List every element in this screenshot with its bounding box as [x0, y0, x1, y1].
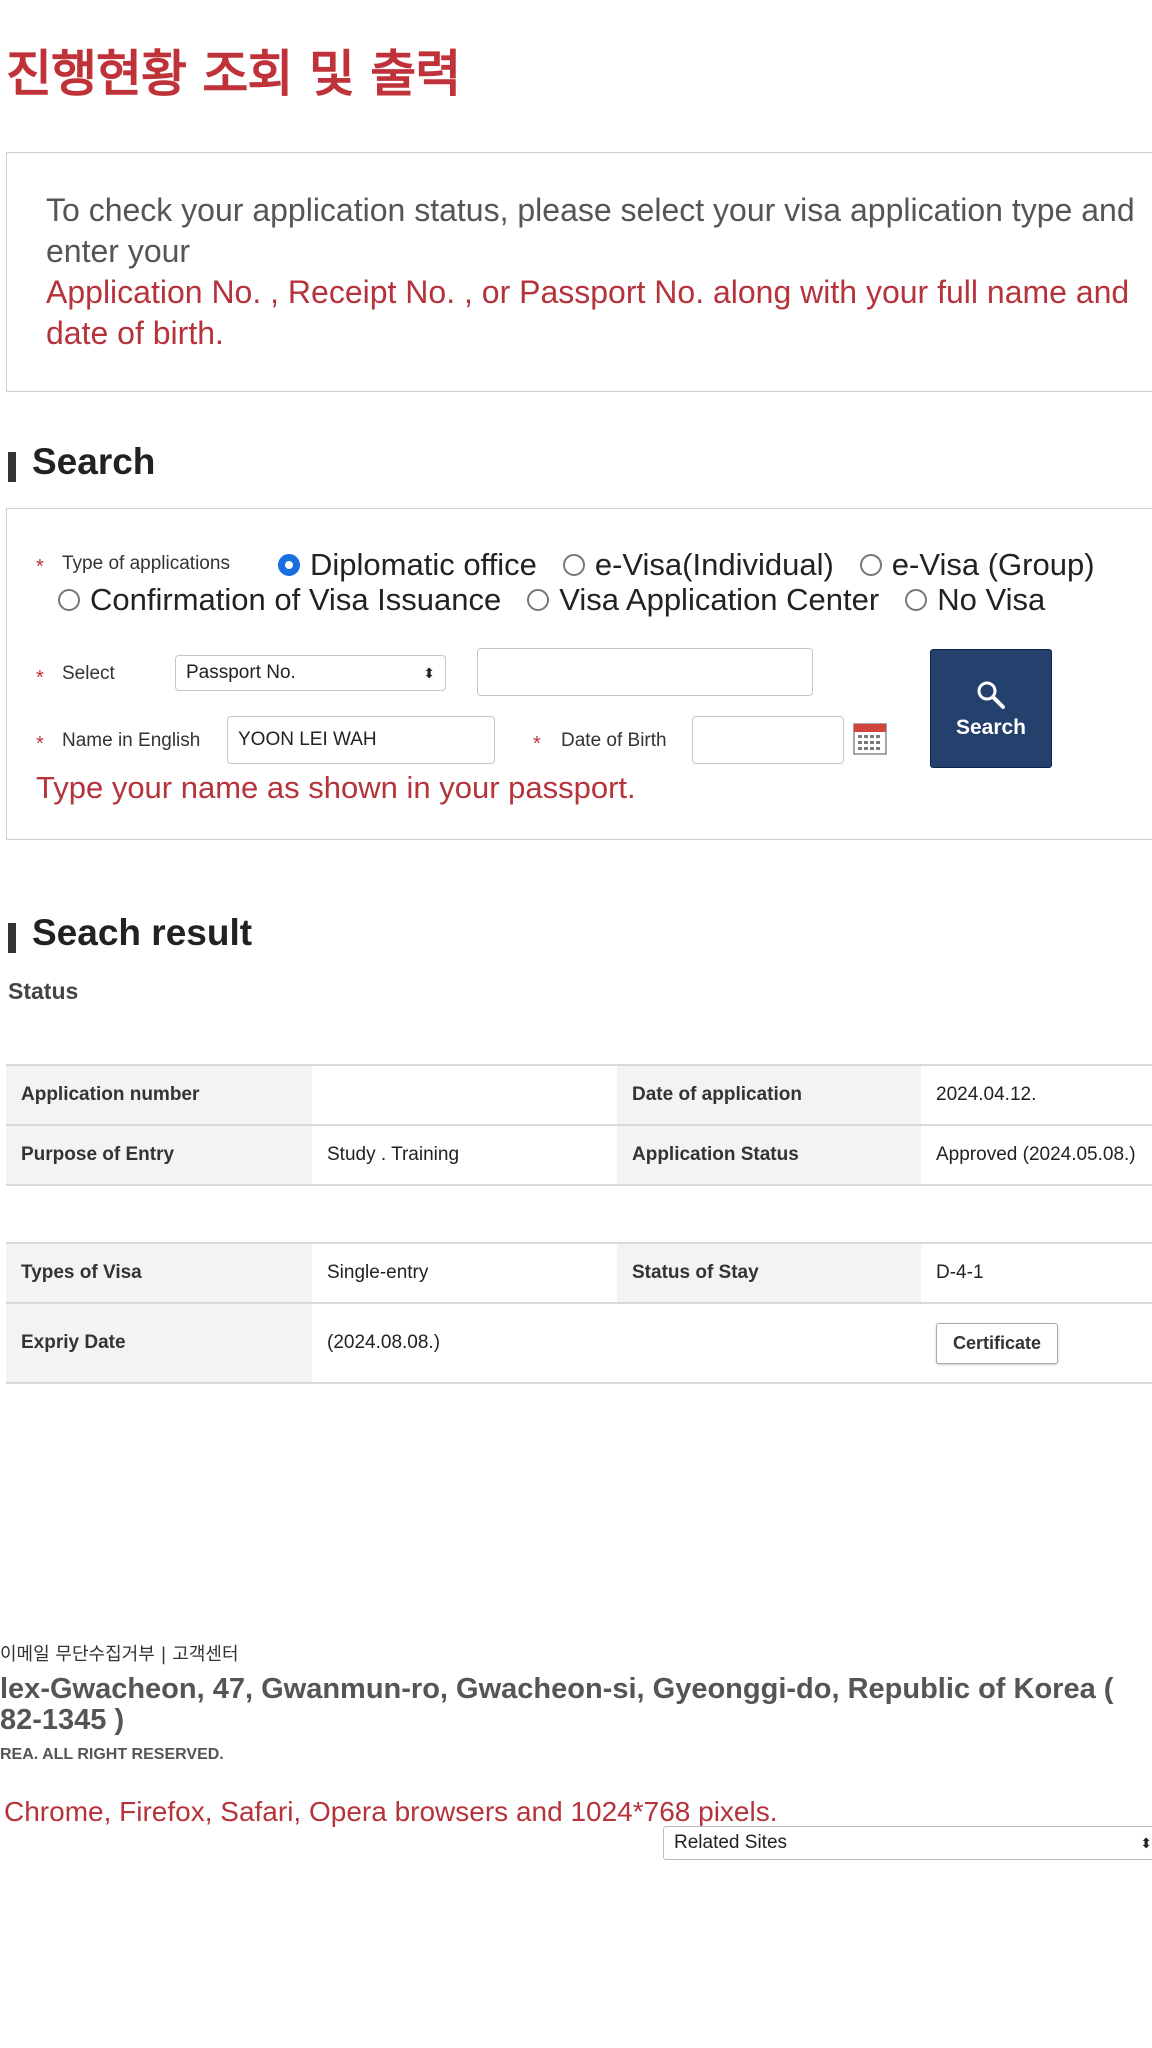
table-row: Purpose of Entry Study . Training Applic…: [6, 1125, 1152, 1186]
notice-line-1: To check your application status, please…: [46, 192, 1135, 228]
radio-confirmation-of-visa-issuance[interactable]: Confirmation of Visa Issuance: [58, 582, 501, 618]
calendar-icon[interactable]: [852, 720, 888, 756]
name-input[interactable]: YOON LEI WAH: [227, 716, 495, 764]
search-section-title: Search: [32, 441, 156, 482]
radio-icon: [562, 554, 585, 576]
table-header-cell: Date of application: [617, 1064, 921, 1126]
table-header-cell: Application Status: [617, 1125, 921, 1186]
radio-no-visa[interactable]: No Visa: [905, 582, 1045, 618]
required-mark: *: [36, 667, 44, 689]
radio-selected-icon: [278, 554, 300, 576]
radio-diplomatic-office[interactable]: Diplomatic office: [278, 547, 537, 583]
required-mark: *: [533, 733, 541, 755]
select-value: Passport No.: [186, 662, 296, 683]
radio-evisa-individual[interactable]: e-Visa(Individual): [562, 547, 834, 583]
radio-icon: [905, 589, 928, 611]
radio-icon: [527, 589, 550, 611]
radio-icon: [859, 554, 882, 576]
table-cell: 2024.04.12.: [921, 1064, 1152, 1126]
table-cell: Certificate: [921, 1303, 1152, 1384]
page-title: 진행현황 조회 및 출력: [6, 45, 461, 103]
table-header-cell: Application number: [6, 1064, 312, 1126]
notice-line-2: enter your: [46, 233, 191, 269]
section-marker: [8, 923, 16, 953]
table-header-cell: Expriy Date: [6, 1303, 312, 1384]
updown-chevron-icon: ⬍: [1140, 1834, 1152, 1851]
magnifier-icon: [977, 681, 1005, 709]
table-row: Expriy Date (2024.08.08.) Certificate: [6, 1303, 1152, 1384]
select-label: Select: [62, 663, 115, 684]
radio-evisa-group[interactable]: e-Visa (Group): [859, 547, 1095, 583]
updown-chevron-icon: ⬍: [423, 664, 435, 681]
table-cell: D-4-1: [921, 1242, 1152, 1304]
table-row: Types of Visa Single-entry Status of Sta…: [6, 1242, 1152, 1304]
status-table: Application number Date of application 2…: [6, 1064, 1152, 1186]
radio-visa-application-center[interactable]: Visa Application Center: [527, 582, 879, 618]
notice-text: To check your application status, please…: [46, 190, 1152, 354]
footer-address: lex-Gwacheon, 47, Gwanmun-ro, Gwacheon-s…: [0, 1674, 1113, 1736]
required-mark: *: [36, 733, 44, 755]
table-header-cell: Purpose of Entry: [6, 1125, 312, 1186]
table-row: Application number Date of application 2…: [6, 1064, 1152, 1126]
table-cell: Study . Training: [312, 1125, 617, 1186]
footer-links[interactable]: 이메일 무단수집거부 | 고객센터: [0, 1640, 239, 1666]
notice-line-4: date of birth.: [46, 315, 224, 351]
date-of-birth-input[interactable]: [692, 716, 844, 764]
date-of-birth-label: Date of Birth: [561, 730, 667, 751]
footer-address-line-2: 82-1345 ): [0, 1704, 125, 1736]
table-header-cell: Status of Stay: [617, 1242, 921, 1304]
notice-line-3: Application No. , Receipt No. , or Passp…: [46, 274, 1130, 310]
table-cell: Approved (2024.05.08.): [921, 1125, 1152, 1186]
related-sites-label: Related Sites: [674, 1832, 788, 1853]
certificate-button[interactable]: Certificate: [936, 1322, 1059, 1364]
footer-copyright: REA. ALL RIGHT RESERVED.: [0, 1746, 224, 1763]
table-cell: [617, 1303, 921, 1384]
table-cell: Single-entry: [312, 1242, 617, 1304]
search-button-label: Search: [955, 715, 1027, 739]
table-cell: [312, 1064, 617, 1126]
search-number-input[interactable]: [477, 648, 813, 696]
name-hint: Type your name as shown in your passport…: [36, 770, 636, 805]
type-of-applications-label: Type of applications: [62, 553, 230, 574]
section-marker: [8, 452, 16, 482]
related-sites-select[interactable]: Related Sites ⬍: [663, 1826, 1152, 1860]
radio-icon: [58, 589, 80, 611]
name-in-english-label: Name in English: [62, 730, 201, 751]
radio-row-1: Diplomatic office e-Visa(Individual) e-V…: [278, 547, 1121, 583]
browser-note: Chrome, Firefox, Safari, Opera browsers …: [4, 1796, 778, 1827]
result-section-title: Seach result: [32, 912, 253, 953]
visa-table: Types of Visa Single-entry Status of Sta…: [6, 1242, 1152, 1384]
table-header-cell: Types of Visa: [6, 1242, 312, 1304]
search-type-select[interactable]: Passport No. ⬍: [175, 655, 446, 691]
radio-row-2: Confirmation of Visa Issuance Visa Appli…: [58, 582, 1071, 618]
status-label: Status: [8, 978, 79, 1004]
table-cell: (2024.08.08.): [312, 1303, 617, 1384]
footer-address-line-1: lex-Gwacheon, 47, Gwanmun-ro, Gwacheon-s…: [0, 1673, 1114, 1705]
required-mark: *: [36, 556, 44, 578]
search-button[interactable]: Search: [930, 649, 1052, 768]
